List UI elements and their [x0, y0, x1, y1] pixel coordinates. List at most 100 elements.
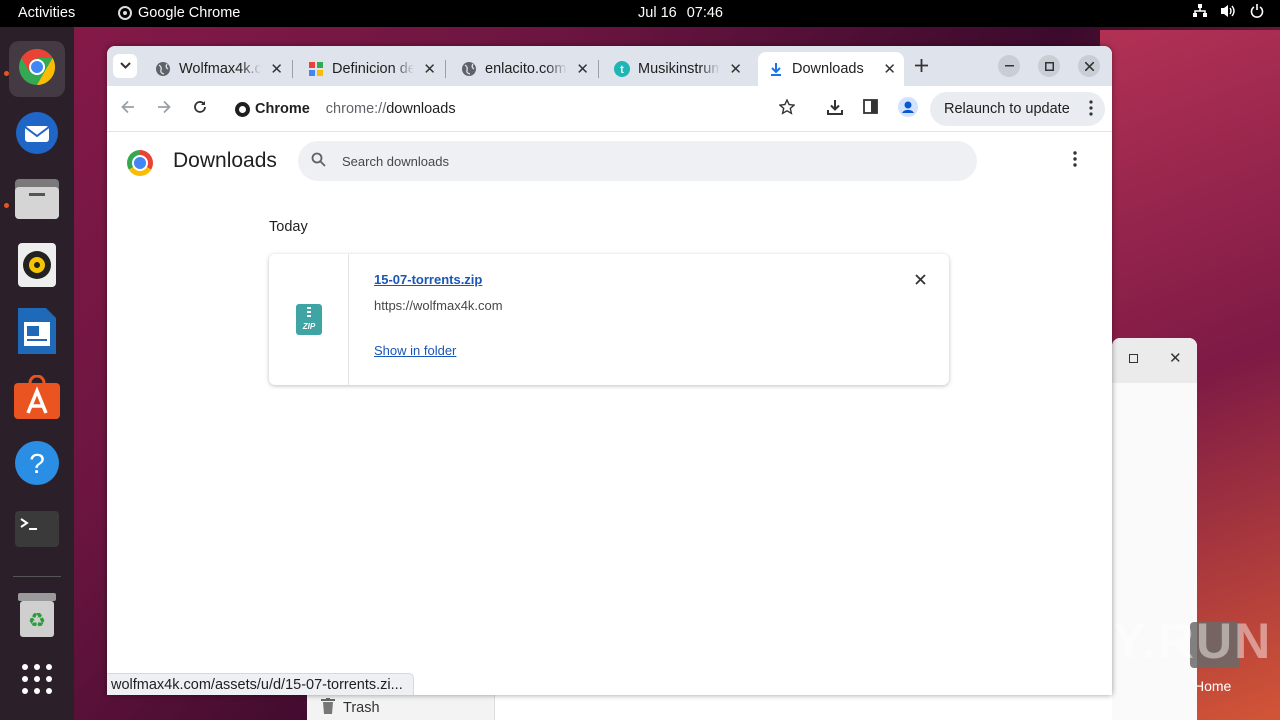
- tab-separator: [292, 60, 293, 78]
- tab-musikinstrument[interactable]: t Musikinstrument ✕: [604, 52, 750, 86]
- close-icon[interactable]: ✕: [1169, 349, 1182, 367]
- tab-title: enlacito.com: [485, 61, 567, 77]
- chrome-icon: [118, 6, 132, 20]
- close-icon[interactable]: ✕: [576, 60, 589, 78]
- clock-time: 07:46: [686, 5, 723, 21]
- network-icon: [1193, 4, 1207, 21]
- top-bar: Activities Google Chrome Jul 16 07:46: [0, 0, 1280, 27]
- new-tab-button[interactable]: [915, 55, 928, 78]
- relaunch-to-update-button[interactable]: Relaunch to update: [930, 92, 1105, 126]
- app-center-icon: [14, 374, 60, 424]
- tab-search-button[interactable]: [113, 54, 137, 78]
- tab-title: Musikinstrument: [638, 61, 720, 77]
- download-icon: [768, 61, 784, 77]
- reload-icon: [194, 101, 206, 113]
- tab-separator: [445, 60, 446, 78]
- close-window-button[interactable]: [1078, 55, 1100, 77]
- url-scheme: chrome://: [325, 101, 387, 117]
- close-icon[interactable]: ✕: [883, 60, 896, 78]
- remove-download-close-icon[interactable]: [915, 270, 926, 290]
- tab-enlacito[interactable]: enlacito.com ✕: [451, 52, 597, 86]
- dock-files[interactable]: [9, 173, 65, 229]
- chrome-window: Wolfmax4k.com ✕ Definicion de ✕ enlacito…: [107, 46, 1112, 695]
- download-item-card: ZIP 15-07-torrents.zip https://wolfmax4k…: [269, 254, 949, 385]
- tab-title: Downloads: [792, 61, 864, 77]
- file-name-link[interactable]: 15-07-torrents.zip: [374, 272, 482, 287]
- dock-thunderbird[interactable]: [9, 107, 65, 163]
- chrome-icon: [17, 47, 57, 92]
- address-bar[interactable]: Chrome chrome://downloads: [225, 91, 809, 127]
- app-name-label: Google Chrome: [138, 5, 241, 21]
- file-icon-column: ZIP: [269, 254, 349, 385]
- dock-show-apps[interactable]: [9, 653, 65, 709]
- desktop-home-label[interactable]: Home: [1194, 678, 1231, 694]
- maximize-button[interactable]: [1038, 55, 1060, 77]
- rhythmbox-icon: [18, 242, 56, 292]
- tab-wolfmax4k[interactable]: Wolfmax4k.com ✕: [145, 52, 291, 86]
- files-sidebar-trash[interactable]: Trash: [307, 695, 495, 720]
- more-actions-menu-icon[interactable]: [1073, 151, 1077, 167]
- t-icon: t: [614, 61, 630, 77]
- site-info-chip[interactable]: Chrome: [235, 101, 310, 117]
- dock-writer[interactable]: [9, 305, 65, 361]
- downloads-toolbar-icon[interactable]: [827, 99, 843, 120]
- trash-icon: [321, 697, 335, 718]
- minimize-icon: [1004, 65, 1014, 67]
- search-input[interactable]: [342, 153, 842, 169]
- dock-separator: [13, 576, 61, 577]
- close-icon[interactable]: ✕: [423, 60, 436, 78]
- clock-date: Jul 16: [638, 5, 677, 21]
- files-content: [495, 695, 1112, 720]
- globe-icon: [461, 61, 477, 77]
- tab-separator: [598, 60, 599, 78]
- reload-button[interactable]: [193, 99, 207, 119]
- profile-avatar-icon[interactable]: [898, 97, 918, 122]
- forward-button[interactable]: [157, 99, 171, 119]
- help-icon: ?: [15, 440, 59, 490]
- svg-text:♻: ♻: [28, 608, 46, 632]
- status-bubble-url: wolfmax4k.com/assets/u/d/15-07-torrents.…: [107, 673, 414, 695]
- show-in-folder-link[interactable]: Show in folder: [374, 343, 456, 358]
- minimize-button[interactable]: [998, 55, 1020, 77]
- dock-help[interactable]: ?: [9, 437, 65, 493]
- tab-downloads[interactable]: Downloads ✕: [758, 52, 904, 86]
- activities-button[interactable]: Activities: [18, 5, 75, 21]
- downloads-page: Downloads Today ZIP 15-07-torrents.zip h…: [107, 133, 1112, 695]
- search-downloads-box[interactable]: [298, 141, 977, 181]
- maximize-icon: [1044, 61, 1054, 71]
- writer-icon: [18, 307, 56, 359]
- tab-title: Wolfmax4k.com: [179, 61, 261, 77]
- dock-trash[interactable]: ♻: [9, 589, 65, 645]
- dock-app-center[interactable]: [9, 371, 65, 427]
- zip-file-icon: ZIP: [296, 304, 322, 335]
- bookmark-star-icon[interactable]: [778, 98, 796, 120]
- toolbar: Chrome chrome://downloads Relaunch to up…: [107, 86, 1112, 132]
- tab-definicion[interactable]: Definicion de ✕: [298, 52, 444, 86]
- back-button[interactable]: [121, 99, 135, 119]
- chevron-down-icon: [119, 60, 131, 72]
- chrome-icon: [235, 101, 250, 117]
- files-icon: [15, 178, 59, 224]
- arrow-right-icon: [158, 100, 171, 114]
- trash-icon: ♻: [18, 592, 56, 642]
- files-sidebar-label: Trash: [343, 699, 380, 716]
- svg-text:t: t: [620, 64, 624, 76]
- system-tray[interactable]: [1193, 4, 1264, 21]
- dock-chrome[interactable]: [9, 41, 65, 97]
- page-title: Downloads: [173, 149, 277, 172]
- close-icon[interactable]: ✕: [729, 60, 742, 78]
- clock[interactable]: Jul 16 07:46: [638, 5, 723, 21]
- dock-rhythmbox[interactable]: [9, 239, 65, 295]
- app-menu[interactable]: Google Chrome: [118, 5, 240, 21]
- arrow-left-icon: [121, 100, 134, 114]
- plus-icon: [915, 59, 928, 72]
- globe-icon: [155, 61, 171, 77]
- maximize-icon[interactable]: [1129, 354, 1138, 363]
- dock-terminal[interactable]: [9, 503, 65, 559]
- url-text: chrome://downloads: [326, 101, 456, 117]
- side-panel-icon[interactable]: [863, 99, 878, 119]
- chrome-logo-icon: [127, 150, 153, 176]
- background-window-header: ✕: [1112, 338, 1197, 383]
- tab-title: Definicion de: [332, 61, 414, 77]
- close-icon[interactable]: ✕: [270, 60, 283, 78]
